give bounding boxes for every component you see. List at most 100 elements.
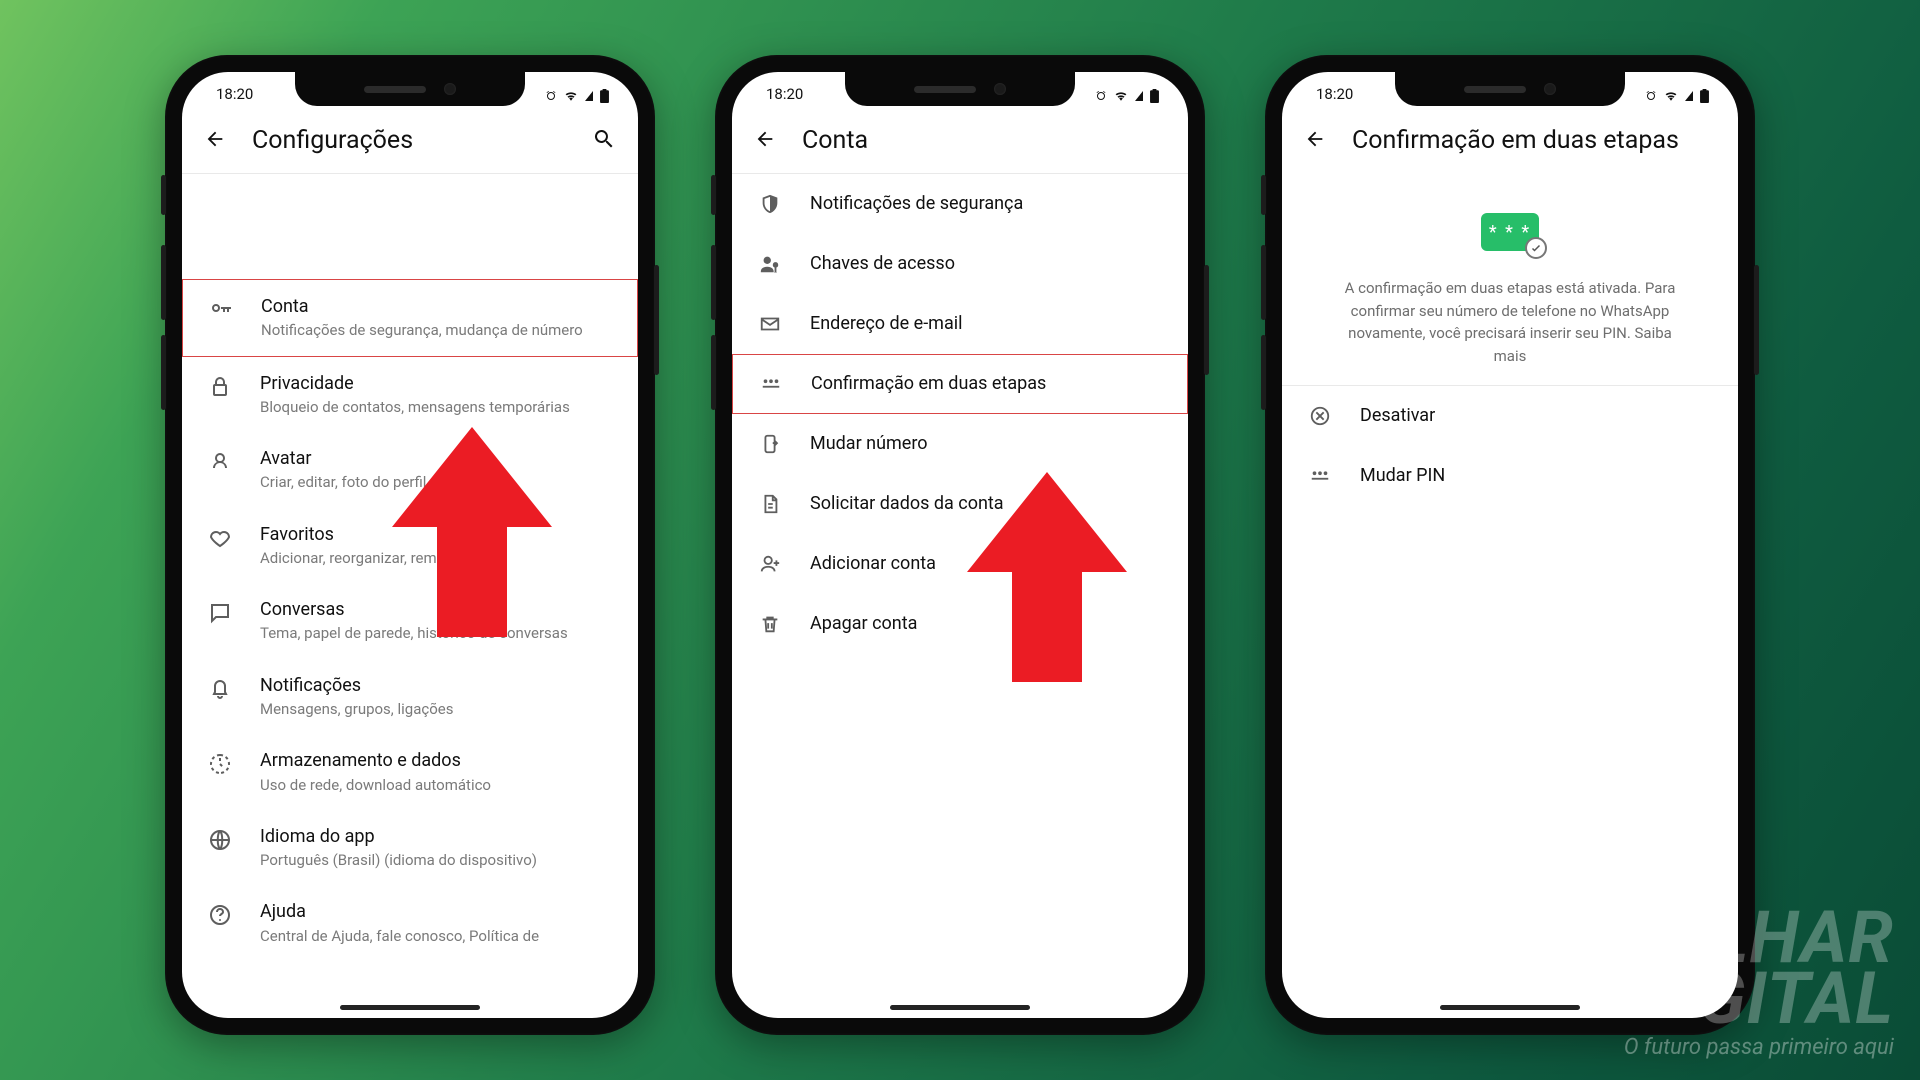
- signal-icon: [1684, 90, 1694, 102]
- pin-badge-icon: * * *: [1481, 213, 1539, 251]
- item-label: Notificações de segurança: [810, 192, 1162, 216]
- item-label: Mudar PIN: [1360, 464, 1712, 488]
- item-sub: Português (Brasil) (idioma do dispositiv…: [260, 850, 612, 870]
- passkey-icon: [758, 252, 782, 276]
- back-button[interactable]: [1304, 128, 1326, 154]
- item-label: Ajuda: [260, 900, 612, 924]
- page-title: Configurações: [252, 126, 566, 155]
- battery-icon: [1149, 89, 1160, 103]
- topbar: Conta: [732, 106, 1188, 173]
- document-icon: [758, 492, 782, 516]
- account-item-add-account[interactable]: Adicionar conta: [732, 534, 1188, 594]
- item-sub: Central de Ajuda, fale conosco, Política…: [260, 926, 612, 946]
- settings-item-avatar[interactable]: Avatar Criar, editar, foto do perfil: [182, 432, 638, 508]
- two-step-list: Desativar Mudar PIN: [1282, 386, 1738, 1018]
- item-label: Chaves de acesso: [810, 252, 1162, 276]
- alarm-icon: [1644, 90, 1658, 102]
- item-label: Confirmação em duas etapas: [811, 372, 1161, 396]
- settings-item-notifications[interactable]: Notificações Mensagens, grupos, ligações: [182, 659, 638, 735]
- home-indicator: [890, 1005, 1030, 1010]
- item-sub: Adicionar, reorganizar, remover: [260, 548, 612, 568]
- account-item-security[interactable]: Notificações de segurança: [732, 174, 1188, 234]
- pin-icon: [759, 372, 783, 396]
- wifi-icon: [1113, 90, 1129, 102]
- topbar: Configurações: [182, 106, 638, 173]
- back-button[interactable]: [204, 128, 226, 154]
- account-item-delete[interactable]: Apagar conta: [732, 594, 1188, 654]
- status-icons: [1094, 89, 1160, 103]
- account-item-request-info[interactable]: Solicitar dados da conta: [732, 474, 1188, 534]
- account-item-two-step[interactable]: Confirmação em duas etapas: [732, 354, 1188, 414]
- settings-item-storage[interactable]: Armazenamento e dados Uso de rede, downl…: [182, 734, 638, 810]
- mail-icon: [758, 312, 782, 336]
- alarm-icon: [1094, 90, 1108, 102]
- wifi-icon: [1663, 90, 1679, 102]
- back-button[interactable]: [754, 128, 776, 154]
- cancel-circle-icon: [1308, 404, 1332, 428]
- home-indicator: [340, 1005, 480, 1010]
- status-time: 18:20: [210, 85, 253, 103]
- item-label: Notificações: [260, 674, 612, 698]
- settings-item-help[interactable]: Ajuda Central de Ajuda, fale conosco, Po…: [182, 885, 638, 961]
- pin-icon: [1308, 464, 1332, 488]
- alarm-icon: [544, 90, 558, 102]
- item-label: Mudar número: [810, 432, 1162, 456]
- signal-icon: [1134, 90, 1144, 102]
- item-label: Endereço de e-mail: [810, 312, 1162, 336]
- phone-mockup-1: 18:20 Configurações Cont: [165, 55, 655, 1035]
- storage-icon: [208, 752, 232, 776]
- two-step-disable[interactable]: Desativar: [1282, 386, 1738, 446]
- phone-swap-icon: [758, 432, 782, 456]
- item-sub: Mensagens, grupos, ligações: [260, 699, 612, 719]
- screen-account: 18:20 Conta Notificações de segurança: [732, 72, 1188, 1018]
- phone-notch: [1395, 72, 1625, 106]
- settings-list: Conta Notificações de segurança, mudança…: [182, 279, 638, 1018]
- status-time: 18:20: [760, 85, 803, 103]
- item-sub: Notificações de segurança, mudança de nú…: [261, 320, 611, 340]
- item-sub: Tema, papel de parede, histórico de conv…: [260, 623, 612, 643]
- two-step-hero: * * * A confirmação em duas etapas está …: [1282, 173, 1738, 385]
- item-sub: Criar, editar, foto do perfil: [260, 472, 612, 492]
- settings-item-privacy[interactable]: Privacidade Bloqueio de contatos, mensag…: [182, 357, 638, 433]
- status-icons: [1644, 89, 1710, 103]
- wifi-icon: [563, 90, 579, 102]
- item-label: Apagar conta: [810, 612, 1162, 636]
- settings-item-account[interactable]: Conta Notificações de segurança, mudança…: [182, 279, 638, 357]
- item-label: Privacidade: [260, 372, 612, 396]
- lock-icon: [208, 375, 232, 399]
- phone-mockup-3: 18:20 Confirmação em duas etapas * * * A…: [1265, 55, 1755, 1035]
- checkmark-icon: [1525, 237, 1547, 259]
- settings-item-chats[interactable]: Conversas Tema, papel de parede, históri…: [182, 583, 638, 659]
- item-label: Idioma do app: [260, 825, 612, 849]
- pin-dots: * * *: [1489, 222, 1531, 243]
- item-label: Desativar: [1360, 404, 1712, 428]
- home-indicator: [1440, 1005, 1580, 1010]
- search-button[interactable]: [592, 127, 616, 155]
- settings-item-language[interactable]: Idioma do app Português (Brasil) (idioma…: [182, 810, 638, 886]
- phone-notch: [845, 72, 1075, 106]
- status-time: 18:20: [1310, 85, 1353, 103]
- item-label: Conversas: [260, 598, 612, 622]
- two-step-change-pin[interactable]: Mudar PIN: [1282, 446, 1738, 506]
- key-icon: [209, 298, 233, 322]
- item-label: Conta: [261, 295, 611, 319]
- screen-settings: 18:20 Configurações Cont: [182, 72, 638, 1018]
- shield-icon: [758, 192, 782, 216]
- page-title: Confirmação em duas etapas: [1352, 126, 1716, 155]
- hero-description: A confirmação em duas etapas está ativad…: [1330, 277, 1690, 367]
- item-label: Adicionar conta: [810, 552, 1162, 576]
- trash-icon: [758, 612, 782, 636]
- account-item-email[interactable]: Endereço de e-mail: [732, 294, 1188, 354]
- help-icon: [208, 903, 232, 927]
- watermark-tagline: O futuro passa primeiro aqui: [1624, 1035, 1894, 1060]
- heart-icon: [208, 526, 232, 550]
- item-label: Favoritos: [260, 523, 612, 547]
- account-item-change-number[interactable]: Mudar número: [732, 414, 1188, 474]
- battery-icon: [599, 89, 610, 103]
- settings-item-favorites[interactable]: Favoritos Adicionar, reorganizar, remove…: [182, 508, 638, 584]
- profile-spacer: [182, 174, 638, 279]
- item-label: Armazenamento e dados: [260, 749, 612, 773]
- account-item-passkeys[interactable]: Chaves de acesso: [732, 234, 1188, 294]
- bell-icon: [208, 677, 232, 701]
- chat-icon: [208, 601, 232, 625]
